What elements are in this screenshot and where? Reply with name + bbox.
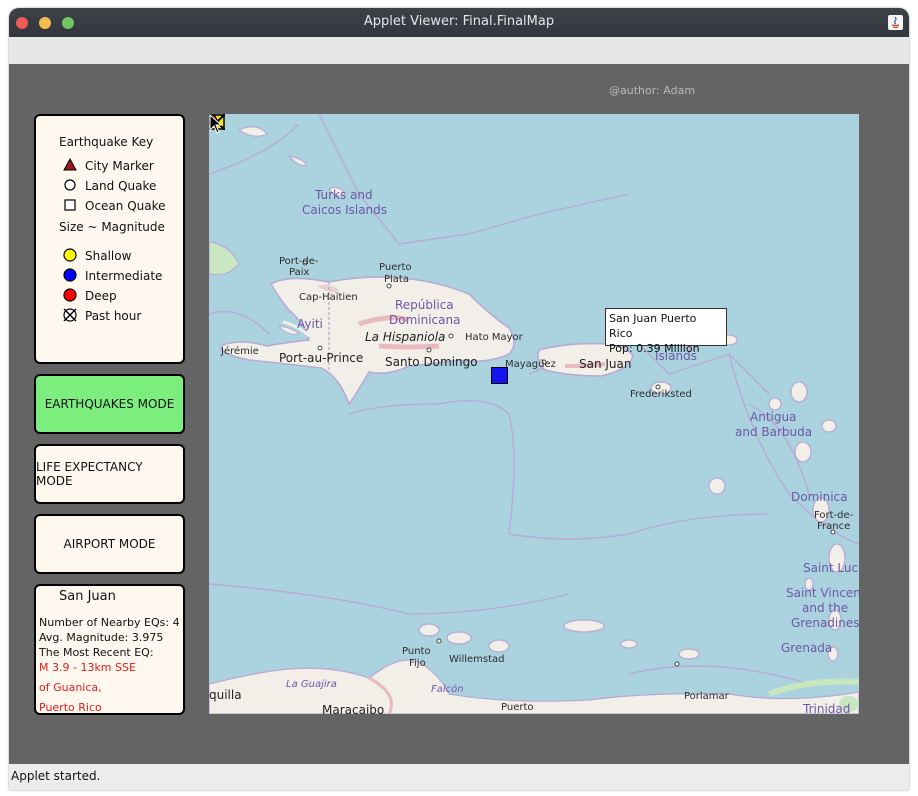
map-label-jeremie: Jérémie bbox=[221, 346, 259, 357]
key-item-deep: Deep bbox=[63, 288, 181, 304]
status-bar: Applet started. bbox=[9, 764, 909, 790]
map-label-puerto-plata-1: Puerto bbox=[379, 262, 412, 273]
earthquake-key-panel: Earthquake Key City Marker Land Quake Oc… bbox=[34, 114, 185, 364]
city-marker-icon bbox=[63, 158, 77, 171]
applet-menu-bar[interactable] bbox=[9, 37, 909, 65]
map-label-santo-domingo: Santo Domingo bbox=[385, 355, 478, 369]
map-label-dominicana: Dominicana bbox=[389, 313, 461, 327]
java-icon bbox=[888, 15, 903, 30]
title-bar: Applet Viewer: Final.FinalMap bbox=[9, 8, 909, 37]
life-expectancy-mode-label: LIFE EXPECTANCY MODE bbox=[36, 460, 143, 488]
airport-mode-label: AIRPORT MODE bbox=[63, 537, 156, 551]
map-label-saint-lucia: Saint Luc bbox=[803, 561, 859, 575]
mouse-cursor-icon bbox=[209, 114, 223, 134]
key-item-intermediate: Intermediate bbox=[63, 268, 181, 284]
map-label-barranquilla: quilla bbox=[209, 688, 242, 702]
tooltip-population: Pop: 0.39 Million bbox=[609, 342, 700, 355]
map-label-punto-fijo-1: Punto bbox=[402, 646, 431, 657]
map-label-mayaguez: Mayagüez bbox=[505, 359, 556, 370]
size-magnitude-label: Size ~ Magnitude bbox=[59, 220, 165, 234]
map-label-frederiksted: Frederiksted bbox=[630, 389, 692, 400]
info-recent-eq-line2: of Guanica, bbox=[39, 681, 102, 694]
map-label-la-guajira: La Guajira bbox=[286, 679, 337, 690]
city-tooltip: San Juan Puerto Rico Pop: 0.39 Million bbox=[605, 308, 727, 355]
window-title: Applet Viewer: Final.FinalMap bbox=[363, 14, 555, 29]
map-label-port-au-prince: Port-au-Prince bbox=[279, 351, 364, 365]
map-label-fort-de-france-2: France bbox=[817, 521, 851, 532]
applet-viewer-window: Applet Viewer: Final.FinalMap @author: A… bbox=[9, 8, 909, 790]
intermediate-color-icon bbox=[63, 268, 77, 282]
key-title: Earthquake Key bbox=[59, 135, 154, 149]
map-label-republica: República bbox=[395, 298, 454, 312]
map-label-grenada: Grenada bbox=[781, 641, 833, 655]
earthquakes-mode-button[interactable]: EARTHQUAKES MODE bbox=[34, 374, 185, 434]
earthquakes-mode-label: EARTHQUAKES MODE bbox=[44, 397, 175, 411]
shallow-color-icon bbox=[63, 248, 77, 262]
map-label-cap-haitien: Cap-Haïtien bbox=[299, 292, 358, 303]
applet-canvas: @author: Adam Earthquake Key City Marker… bbox=[9, 64, 909, 764]
info-city-name: San Juan bbox=[59, 589, 116, 604]
map-label-saint-vincent-1: Saint Vincen bbox=[786, 586, 859, 600]
map-label-port-de-paix-2: Paix bbox=[289, 267, 310, 278]
map-label-port-de-paix-1: Port-de- bbox=[279, 256, 319, 267]
info-nearby-count: Number of Nearby EQs: 4 bbox=[39, 616, 180, 629]
map-label-hato-mayor: Hato Mayor bbox=[465, 332, 523, 343]
airport-mode-button[interactable]: AIRPORT MODE bbox=[34, 514, 185, 574]
map-label-la-hispaniola: La Hispaniola bbox=[365, 330, 446, 344]
map-label-turks-2: Caicos Islands bbox=[302, 203, 388, 217]
map-label-saint-vincent-2: and the bbox=[802, 601, 849, 615]
map-label-san-juan: San Juan bbox=[579, 357, 632, 371]
status-text: Applet started. bbox=[11, 769, 101, 783]
info-recent-eq-line3: Puerto Rico bbox=[39, 701, 102, 714]
past-hour-icon bbox=[63, 308, 77, 322]
info-recent-label: The Most Recent EQ: bbox=[39, 646, 154, 659]
map-label-falcon: Falcón bbox=[431, 684, 464, 695]
key-item-city-marker: City Marker bbox=[63, 158, 181, 174]
key-item-shallow: Shallow bbox=[63, 248, 181, 264]
map-label-ayiti: Ayiti bbox=[297, 317, 323, 331]
map-label-antigua-2: and Barbuda bbox=[735, 425, 813, 439]
city-info-panel: San Juan Number of Nearby EQs: 4 Avg. Ma… bbox=[34, 584, 185, 715]
deep-color-icon bbox=[63, 288, 77, 302]
map-label-trinidad: Trinidad bbox=[803, 702, 851, 714]
map-label-puerto-plata-2: Plata bbox=[384, 274, 409, 285]
life-expectancy-mode-button[interactable]: LIFE EXPECTANCY MODE bbox=[34, 444, 185, 504]
author-label: @author: Adam bbox=[609, 84, 696, 97]
key-item-past-hour: Past hour bbox=[63, 308, 181, 324]
tooltip-city-name: San Juan Puerto Rico bbox=[609, 312, 697, 340]
map-label-fort-de-france-1: Fort-de- bbox=[814, 510, 854, 521]
map-label-punto-fijo-2: Fijo bbox=[409, 658, 426, 669]
info-recent-eq-line1: M 3.9 - 13km SSE bbox=[39, 661, 136, 674]
ocean-quake-marker[interactable] bbox=[491, 367, 508, 384]
map-label-porlamar: Porlamar bbox=[684, 691, 729, 702]
map-label-willemstad: Willemstad bbox=[449, 654, 505, 665]
land-quake-icon bbox=[64, 179, 76, 191]
key-item-ocean-quake: Ocean Quake bbox=[63, 198, 181, 214]
map-label-turks-1: Turks and bbox=[315, 188, 373, 202]
map-label-maracaibo: Maracaibo bbox=[322, 703, 385, 714]
map-label-antigua-1: Antigua bbox=[750, 410, 797, 424]
ocean-quake-icon bbox=[64, 199, 76, 211]
map-label-puerto: Puerto bbox=[501, 702, 534, 713]
map-label-saint-vincent-3: Grenadines bbox=[791, 616, 859, 630]
info-avg-magnitude: Avg. Magnitude: 3.975 bbox=[39, 631, 164, 644]
map-label-dominica: Dominica bbox=[791, 490, 848, 504]
map-view[interactable]: Turks and Caicos Islands Port-de- Paix P… bbox=[209, 114, 859, 714]
key-item-land-quake: Land Quake bbox=[63, 178, 181, 194]
